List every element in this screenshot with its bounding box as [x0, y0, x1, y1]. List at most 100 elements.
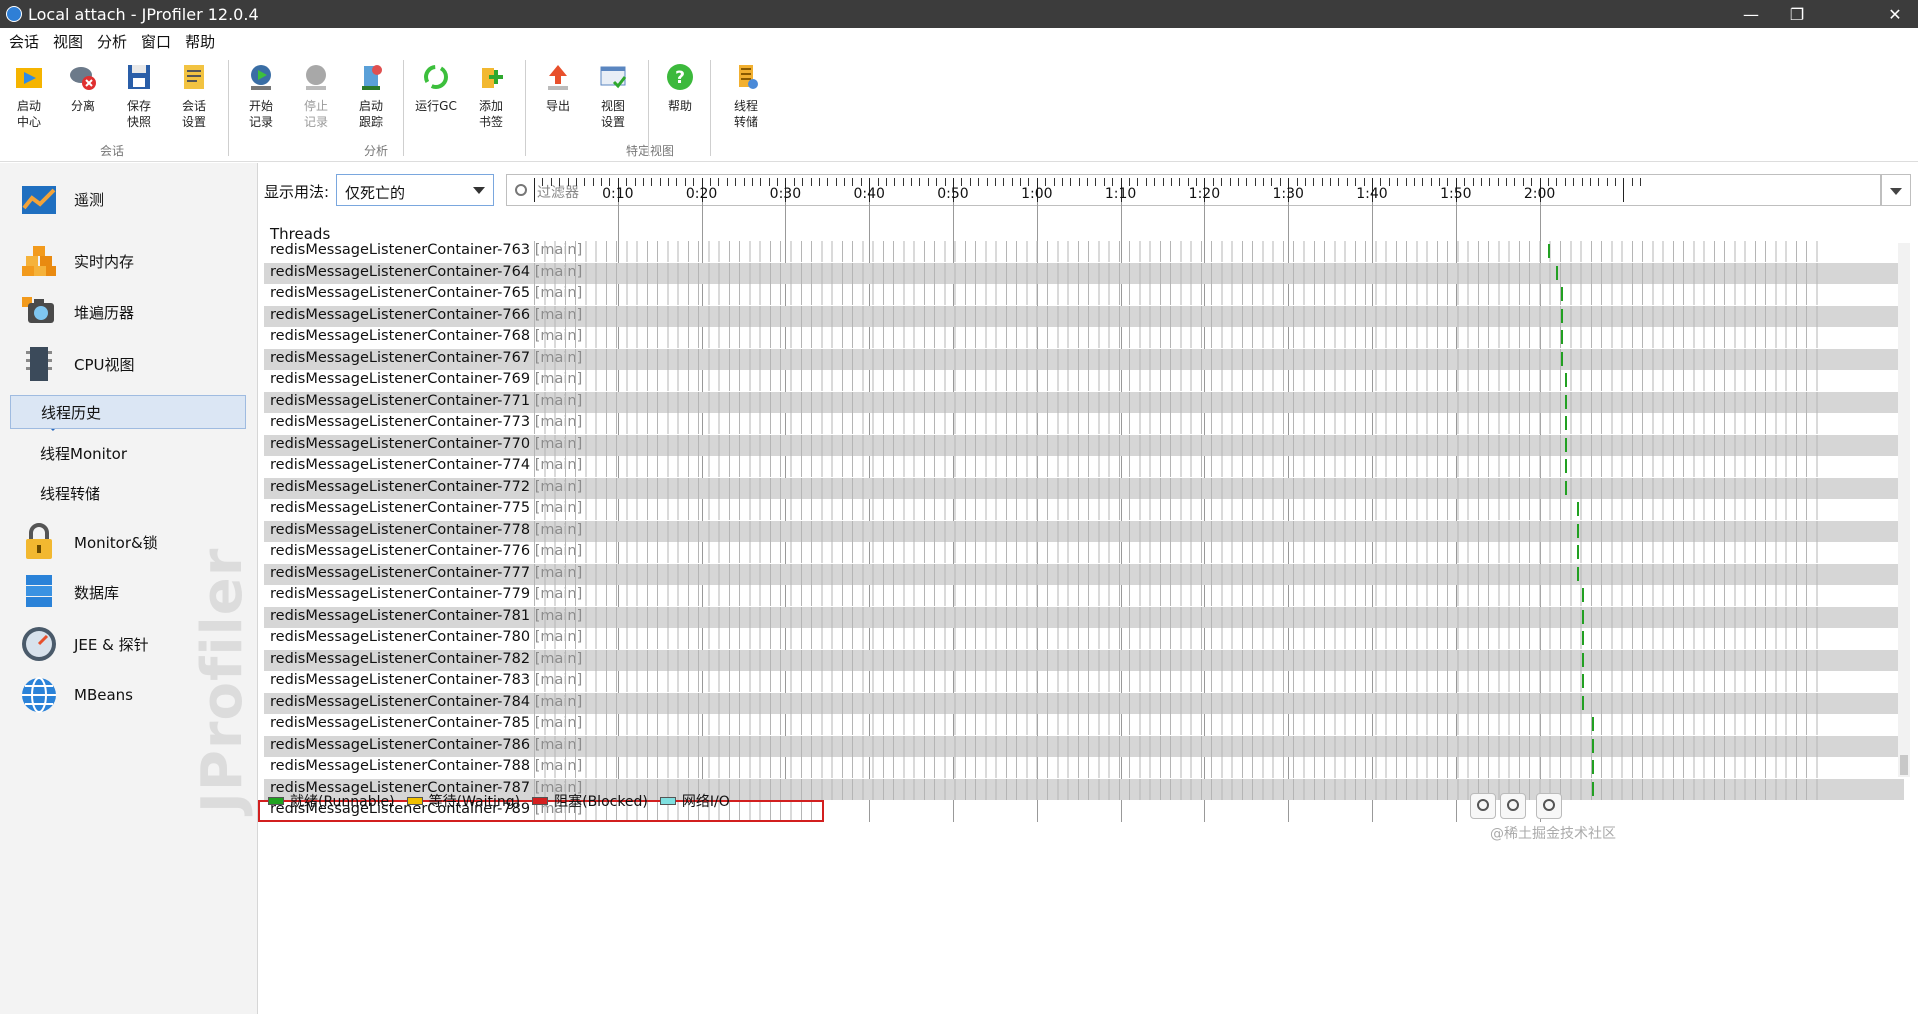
menu-help[interactable]: 帮助: [185, 31, 215, 52]
time-label: 0:10: [602, 186, 634, 202]
minor-tick: [567, 178, 569, 186]
sidebar-subitem-thread-dumps[interactable]: 线程转储: [10, 476, 246, 510]
runnable-state-mark: [1592, 781, 1595, 796]
thread-row[interactable]: redisMessageListenerContainer-782 [main]: [264, 649, 1904, 671]
session-settings-button[interactable]: 会话 设置: [170, 62, 218, 130]
thread-row[interactable]: redisMessageListenerContainer-769 [main]: [264, 370, 1904, 391]
add-bookmark-button[interactable]: 添加 书签: [467, 62, 515, 130]
thread-row[interactable]: redisMessageListenerContainer-783 [main]: [264, 671, 1904, 692]
export-button[interactable]: 导出: [534, 62, 582, 114]
legend-swatch: [406, 797, 423, 805]
start-center-button[interactable]: 启动 中心: [5, 62, 53, 130]
show-mode-select[interactable]: 仅死亡的: [336, 174, 494, 206]
thread-row[interactable]: redisMessageListenerContainer-776 [main]: [264, 542, 1904, 563]
telemetry-icon: [22, 186, 56, 214]
minor-tick: [676, 178, 678, 186]
minor-tick: [1573, 178, 1575, 186]
vertical-scrollbar[interactable]: [1898, 243, 1910, 777]
thread-timeline-lane: [534, 499, 1826, 520]
sidebar-item-heap-walker[interactable]: 堆遍历器: [20, 288, 134, 336]
thread-row[interactable]: redisMessageListenerContainer-763 [main]: [264, 241, 1904, 262]
filter-dropdown-button[interactable]: [1881, 174, 1911, 206]
thread-row[interactable]: redisMessageListenerContainer-768 [main]: [264, 327, 1904, 348]
thread-row[interactable]: redisMessageListenerContainer-764 [main]: [264, 262, 1904, 284]
sidebar-subitem-thread-monitor[interactable]: 线程Monitor: [10, 436, 246, 470]
thread-row[interactable]: redisMessageListenerContainer-779 [main]: [264, 585, 1904, 606]
save-snapshot-button[interactable]: 保存 快照: [115, 62, 163, 130]
menu-view[interactable]: 视图: [53, 31, 83, 52]
run-gc-button[interactable]: 运行GC: [412, 62, 460, 114]
thread-row[interactable]: redisMessageListenerContainer-774 [main]: [264, 456, 1904, 477]
sidebar-item-telemetry[interactable]: 遥测: [20, 175, 104, 223]
thread-dump-button[interactable]: 线程 转储: [722, 62, 770, 130]
thread-timeline-lane: [534, 649, 1826, 671]
stop-recording-button[interactable]: 停止 记录: [292, 62, 340, 130]
minor-tick: [1187, 178, 1189, 186]
zoom-reset-button[interactable]: [1536, 793, 1562, 819]
runnable-state-mark: [1581, 674, 1584, 688]
sidebar-item-mbeans[interactable]: MBeans: [20, 671, 133, 719]
scrollbar-thumb[interactable]: [1900, 755, 1908, 775]
thread-row[interactable]: redisMessageListenerContainer-785 [main]: [264, 714, 1904, 735]
minor-tick: [1506, 178, 1508, 186]
sidebar-item-databases[interactable]: 数据库: [20, 568, 119, 616]
minor-tick: [1564, 178, 1566, 186]
thread-row[interactable]: redisMessageListenerContainer-781 [main]: [264, 606, 1904, 628]
start-tracking-button[interactable]: 启动 跟踪: [347, 62, 395, 130]
time-label: 1:50: [1440, 186, 1472, 202]
window-title: Local attach - JProfiler 12.0.4: [28, 4, 259, 24]
runnable-state-mark: [1577, 523, 1580, 538]
thread-row[interactable]: redisMessageListenerContainer-780 [main]: [264, 628, 1904, 649]
thread-row[interactable]: redisMessageListenerContainer-772 [main]: [264, 477, 1904, 499]
view-settings-button[interactable]: 视图 设置: [589, 62, 637, 130]
maximize-button[interactable]: ❐: [1774, 0, 1820, 28]
toolbar: 启动 中心 分离 保存 快照 会话 设置 会话 开始 记录 停止 记录 启动 跟…: [0, 54, 1918, 162]
minor-tick: [1430, 178, 1432, 186]
menu-session[interactable]: 会话: [9, 31, 39, 52]
thread-row[interactable]: redisMessageListenerContainer-765 [main]: [264, 284, 1904, 305]
jee-probes-icon: [22, 627, 56, 661]
help-button[interactable]: ? 帮助: [656, 62, 704, 114]
sidebar-subitem-thread-history[interactable]: 线程历史: [10, 395, 246, 429]
zoom-out-button[interactable]: [1500, 793, 1526, 819]
thread-row[interactable]: redisMessageListenerContainer-771 [main]: [264, 391, 1904, 413]
thread-row[interactable]: redisMessageListenerContainer-784 [main]: [264, 692, 1904, 714]
minor-tick: [1128, 178, 1130, 186]
minor-tick: [726, 178, 728, 186]
menu-profiling[interactable]: 分析: [97, 31, 127, 52]
thread-row[interactable]: redisMessageListenerContainer-770 [main]: [264, 434, 1904, 456]
svg-text:?: ?: [675, 68, 685, 88]
start-recording-button[interactable]: 开始 记录: [237, 62, 285, 130]
thread-row[interactable]: redisMessageListenerContainer-775 [main]: [264, 499, 1904, 520]
thread-row[interactable]: redisMessageListenerContainer-777 [main]: [264, 563, 1904, 585]
detach-button[interactable]: 分离: [59, 62, 107, 114]
menu-window[interactable]: 窗口: [141, 31, 171, 52]
thread-row[interactable]: redisMessageListenerContainer-778 [main]: [264, 520, 1904, 542]
minimize-button[interactable]: —: [1728, 0, 1774, 28]
thread-row[interactable]: redisMessageListenerContainer-786 [main]: [264, 735, 1904, 757]
cpu-views-icon: [26, 347, 52, 381]
sidebar-item-jee-probes[interactable]: JEE & 探针: [20, 620, 149, 668]
thread-row[interactable]: redisMessageListenerContainer-773 [main]: [264, 413, 1904, 434]
close-button[interactable]: ✕: [1872, 0, 1918, 28]
minor-tick: [1237, 178, 1239, 186]
minor-tick: [760, 178, 762, 186]
minor-tick: [1480, 178, 1482, 186]
minor-tick: [1338, 178, 1340, 186]
minor-tick: [777, 178, 779, 186]
minor-tick: [601, 178, 603, 186]
sidebar-item-monitors-locks[interactable]: Monitor&锁: [20, 518, 158, 566]
legend-label: 阻塞(Blocked): [554, 794, 648, 810]
sidebar-item-cpu-views[interactable]: CPU视图: [20, 340, 135, 388]
thread-row[interactable]: redisMessageListenerContainer-788 [main]: [264, 757, 1904, 778]
minor-tick: [1020, 178, 1022, 186]
legend-label: 等待(Waiting): [428, 794, 521, 810]
zoom-in-button[interactable]: [1470, 793, 1496, 819]
zoom-in-icon: [1477, 799, 1489, 811]
time-label: 1:20: [1188, 186, 1221, 202]
thread-row[interactable]: redisMessageListenerContainer-767 [main]: [264, 348, 1904, 370]
sidebar-item-live-memory[interactable]: 实时内存: [20, 237, 134, 285]
thread-row[interactable]: redisMessageListenerContainer-766 [main]: [264, 305, 1904, 327]
runnable-state-mark: [1581, 695, 1584, 710]
minor-tick: [1279, 178, 1281, 186]
